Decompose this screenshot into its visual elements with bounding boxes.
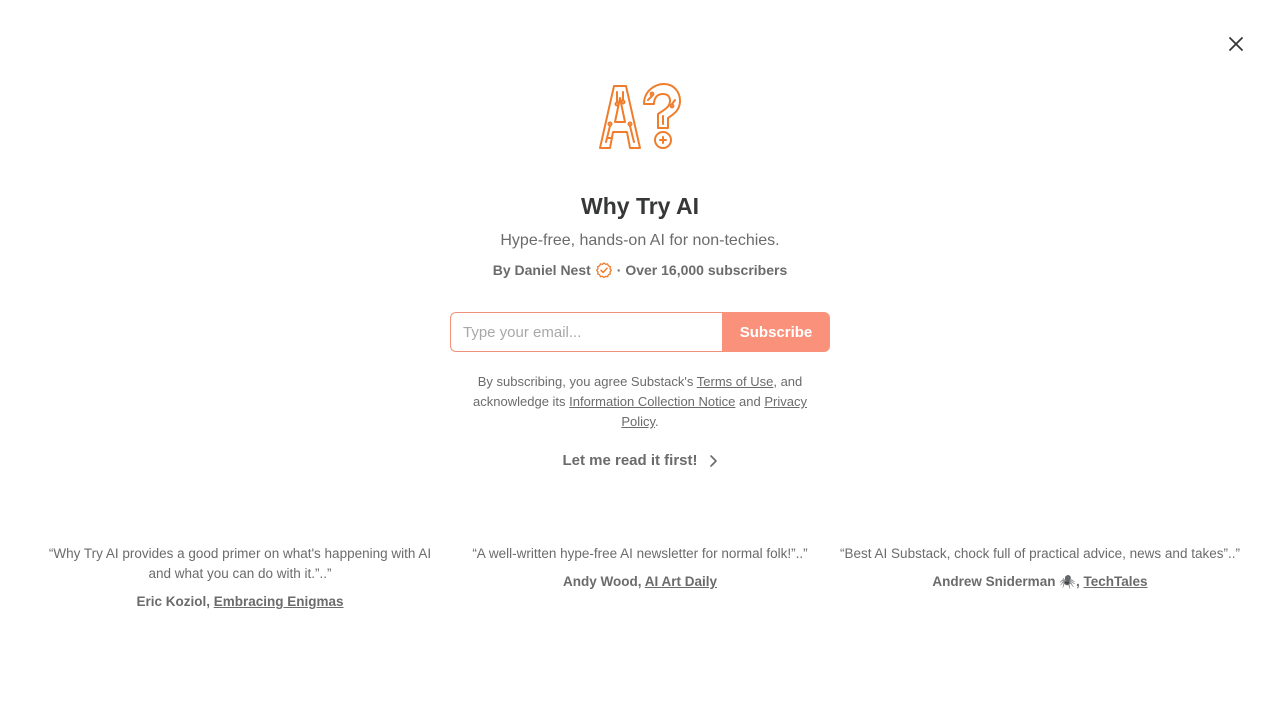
subscribe-modal: Why Try AI Hype-free, hands-on AI for no… — [0, 0, 1280, 720]
subscribe-form: Subscribe — [450, 312, 830, 352]
testimonial: “A well-written hype-free AI newsletter … — [440, 544, 840, 592]
read-first-button[interactable]: Let me read it first! — [562, 452, 717, 469]
testimonial-source-link[interactable]: Embracing Enigmas — [214, 594, 344, 609]
legal-notice: By subscribing, you agree Substack's Ter… — [465, 372, 815, 432]
close-icon — [1229, 37, 1243, 51]
testimonial-author: Andy Wood, AI Art Daily — [440, 572, 840, 592]
close-button[interactable] — [1224, 32, 1248, 56]
testimonial-source-link[interactable]: TechTales — [1084, 574, 1148, 589]
author-name[interactable]: By Daniel Nest — [493, 260, 591, 280]
testimonial-author-name: Eric Koziol, — [136, 594, 210, 609]
read-first-label: Let me read it first! — [562, 452, 698, 469]
information-collection-notice-link[interactable]: Information Collection Notice — [569, 394, 735, 409]
publication-subtitle: Hype-free, hands-on AI for non-techies. — [500, 232, 780, 249]
testimonial-quote: “Why Try AI provides a good primer on wh… — [48, 546, 432, 581]
testimonial-quote: “A well-written hype-free AI newsletter … — [472, 546, 808, 561]
testimonial: “Best AI Substack, chock full of practic… — [840, 544, 1240, 592]
byline: By Daniel Nest · Over 16,000 subscribers — [493, 260, 787, 280]
testimonial-author: Eric Koziol, Embracing Enigmas — [40, 592, 440, 612]
email-input[interactable] — [450, 312, 722, 352]
subscriber-count: · Over 16,000 subscribers — [616, 262, 788, 278]
publication-title: Why Try AI — [581, 193, 699, 219]
chevron-right-icon — [709, 454, 717, 467]
testimonial: “Why Try AI provides a good primer on wh… — [40, 544, 440, 612]
verified-check-icon — [595, 262, 612, 278]
legal-text-4: . — [655, 414, 659, 429]
hero-section: Why Try AI Hype-free, hands-on AI for no… — [0, 82, 1280, 469]
subscribe-button[interactable]: Subscribe — [722, 312, 830, 352]
testimonial-author: Andrew Sniderman 🕷️, TechTales — [840, 572, 1240, 592]
testimonial-quote: “Best AI Substack, chock full of practic… — [840, 546, 1240, 561]
legal-text-1: By subscribing, you agree Substack's — [477, 374, 694, 389]
testimonial-author-name: Andy Wood, — [562, 574, 642, 589]
terms-of-use-link[interactable]: Terms of Use — [697, 374, 774, 389]
legal-text-3: and — [739, 394, 761, 409]
testimonial-source-link[interactable]: AI Art Daily — [645, 574, 717, 589]
publication-logo — [599, 83, 681, 149]
testimonial-author-name: Andrew Sniderman 🕷️, — [932, 574, 1080, 589]
